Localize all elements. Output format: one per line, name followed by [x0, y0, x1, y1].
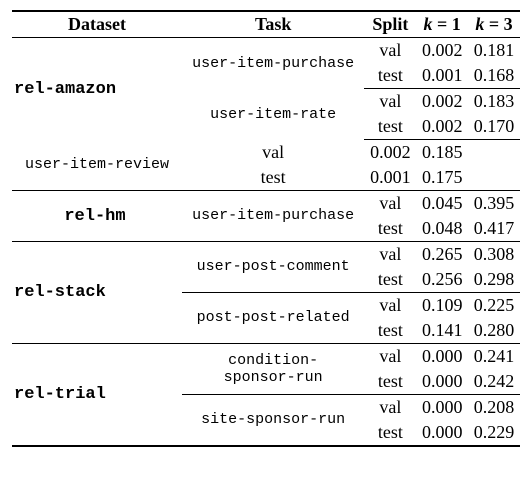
split-label: val [182, 140, 364, 165]
task-label: user-item-purchase [182, 38, 364, 89]
split-label: test [364, 318, 416, 344]
col-split: Split [364, 12, 416, 38]
split-label: test [364, 420, 416, 445]
dataset-label: rel-amazon [12, 38, 182, 140]
value-k1: 0.002 [416, 38, 468, 63]
table-header-row: Dataset Task Split k = 1 k = 3 [12, 12, 520, 38]
value-k3: 0.170 [468, 114, 520, 140]
value-k1: 0.001 [364, 165, 416, 191]
value-k1: 0.000 [416, 344, 468, 369]
value-k1: 0.001 [416, 63, 468, 89]
value-k3: 0.183 [468, 89, 520, 114]
value-k1: 0.002 [416, 89, 468, 114]
value-k1: 0.002 [416, 114, 468, 140]
value-k3: 0.168 [468, 63, 520, 89]
split-label: val [364, 395, 416, 420]
split-label: test [364, 369, 416, 395]
value-k1: 0.000 [416, 369, 468, 395]
split-label: val [364, 242, 416, 267]
value-k3: 0.417 [468, 216, 520, 242]
value-k1: 0.002 [364, 140, 416, 165]
dataset-label: rel-stack [12, 242, 182, 344]
value-k1: 0.141 [416, 318, 468, 344]
col-dataset: Dataset [12, 12, 182, 38]
split-label: test [364, 114, 416, 140]
split-label: val [364, 191, 416, 216]
task-label: user-item-purchase [182, 191, 364, 242]
split-label: test [182, 165, 364, 191]
split-label: val [364, 38, 416, 63]
dataset-label: rel-hm [12, 191, 182, 242]
split-label: test [364, 63, 416, 89]
table-row: rel-trial condition- sponsor-run val 0.0… [12, 344, 520, 369]
value-k1: 0.109 [416, 293, 468, 318]
value-k3: 0.181 [468, 38, 520, 63]
split-label: test [364, 216, 416, 242]
value-k1: 0.000 [416, 395, 468, 420]
value-k3: 0.241 [468, 344, 520, 369]
value-k3: 0.308 [468, 242, 520, 267]
value-k1: 0.045 [416, 191, 468, 216]
dataset-label: rel-trial [12, 344, 182, 445]
table-row: rel-amazon user-item-purchase val 0.002 … [12, 38, 520, 63]
value-k3: 0.298 [468, 267, 520, 293]
task-label: site-sponsor-run [182, 395, 364, 445]
value-k3: 0.175 [416, 165, 468, 191]
table-row: user-item-review val 0.002 0.185 [12, 140, 520, 165]
table-row: rel-stack user-post-comment val 0.265 0.… [12, 242, 520, 267]
value-k3: 0.225 [468, 293, 520, 318]
value-k3: 0.208 [468, 395, 520, 420]
table-row: rel-hm user-item-purchase val 0.045 0.39… [12, 191, 520, 216]
split-label: test [364, 267, 416, 293]
task-label: user-item-rate [182, 89, 364, 140]
col-task: Task [182, 12, 364, 38]
task-label: user-post-comment [182, 242, 364, 293]
col-k1: k = 1 [416, 12, 468, 38]
task-label: post-post-related [182, 293, 364, 344]
value-k1: 0.265 [416, 242, 468, 267]
value-k1: 0.256 [416, 267, 468, 293]
results-table: Dataset Task Split k = 1 k = 3 rel-amazo… [12, 10, 520, 447]
value-k3: 0.395 [468, 191, 520, 216]
split-label: val [364, 89, 416, 114]
col-k3: k = 3 [468, 12, 520, 38]
value-k3: 0.280 [468, 318, 520, 344]
task-label: user-item-review [12, 140, 182, 191]
task-label: condition- sponsor-run [182, 344, 364, 395]
value-k1: 0.048 [416, 216, 468, 242]
value-k3: 0.229 [468, 420, 520, 445]
split-label: val [364, 344, 416, 369]
split-label: val [364, 293, 416, 318]
value-k3: 0.185 [416, 140, 468, 165]
value-k3: 0.242 [468, 369, 520, 395]
value-k1: 0.000 [416, 420, 468, 445]
